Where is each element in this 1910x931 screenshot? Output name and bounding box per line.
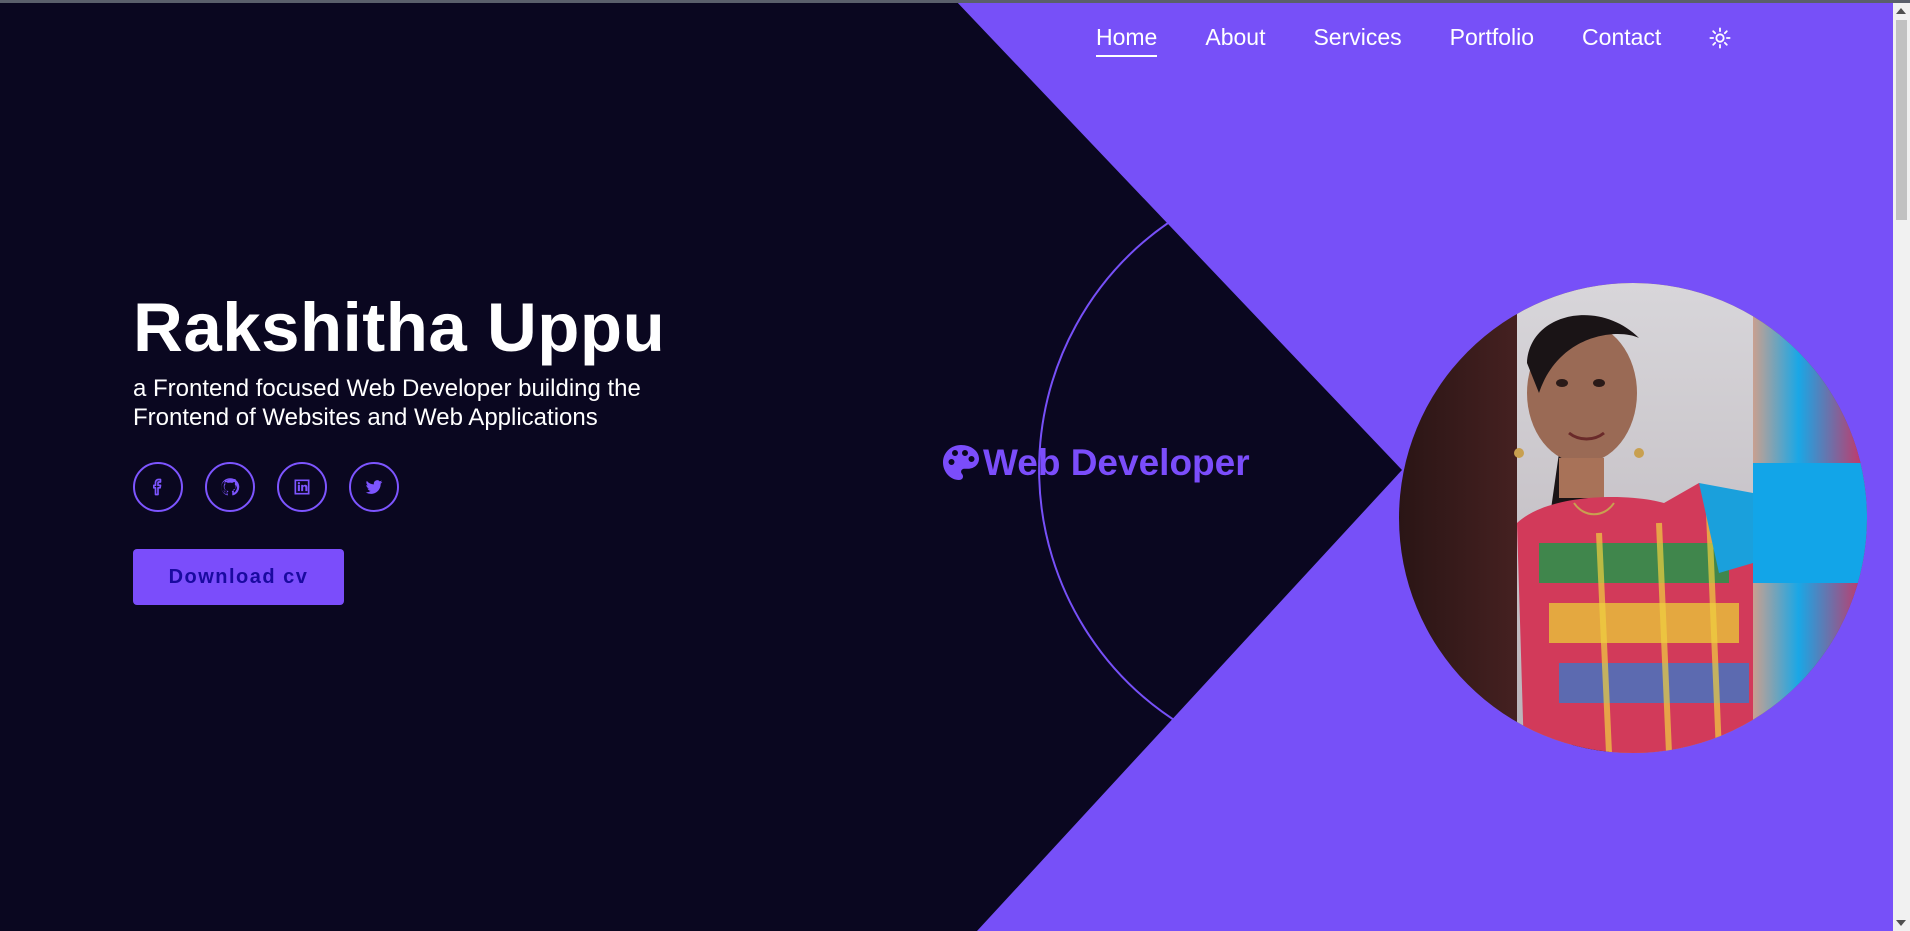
github-icon [221,478,240,496]
role-label: Web Developer [941,442,1250,484]
facebook-icon [153,478,162,496]
nav-services[interactable]: Services [1313,24,1401,51]
hero-name: Rakshitha Uppu [133,289,666,366]
theme-toggle-button[interactable] [1706,24,1734,52]
social-links [133,462,421,512]
window-top-border [0,0,1910,3]
sun-icon [1709,27,1731,49]
download-cv-button[interactable]: Download cv [133,549,344,605]
nav-portfolio[interactable]: Portfolio [1450,24,1534,51]
nav-home[interactable]: Home [1096,24,1158,57]
main-nav: Home About Services Portfolio Contact [1096,24,1734,64]
linkedin-link[interactable] [277,462,327,512]
hero-section: Rakshitha Uppu a Frontend focused Web De… [133,288,813,432]
scroll-up-arrow-icon[interactable] [1896,8,1906,14]
profile-photo [1399,283,1867,753]
linkedin-icon [294,479,310,495]
hero-tagline: a Frontend focused Web Developer buildin… [133,375,641,431]
role-text: Web Developer [983,442,1250,483]
facebook-link[interactable] [133,462,183,512]
twitter-icon [365,480,383,494]
nav-about[interactable]: About [1205,24,1265,51]
scrollbar-thumb[interactable] [1896,20,1907,220]
github-link[interactable] [205,462,255,512]
profile-photo-illustration [1399,283,1867,753]
scroll-down-arrow-icon[interactable] [1896,920,1906,926]
twitter-link[interactable] [349,462,399,512]
vertical-scrollbar[interactable] [1893,3,1910,931]
nav-contact[interactable]: Contact [1582,24,1661,51]
palette-icon [943,445,979,480]
